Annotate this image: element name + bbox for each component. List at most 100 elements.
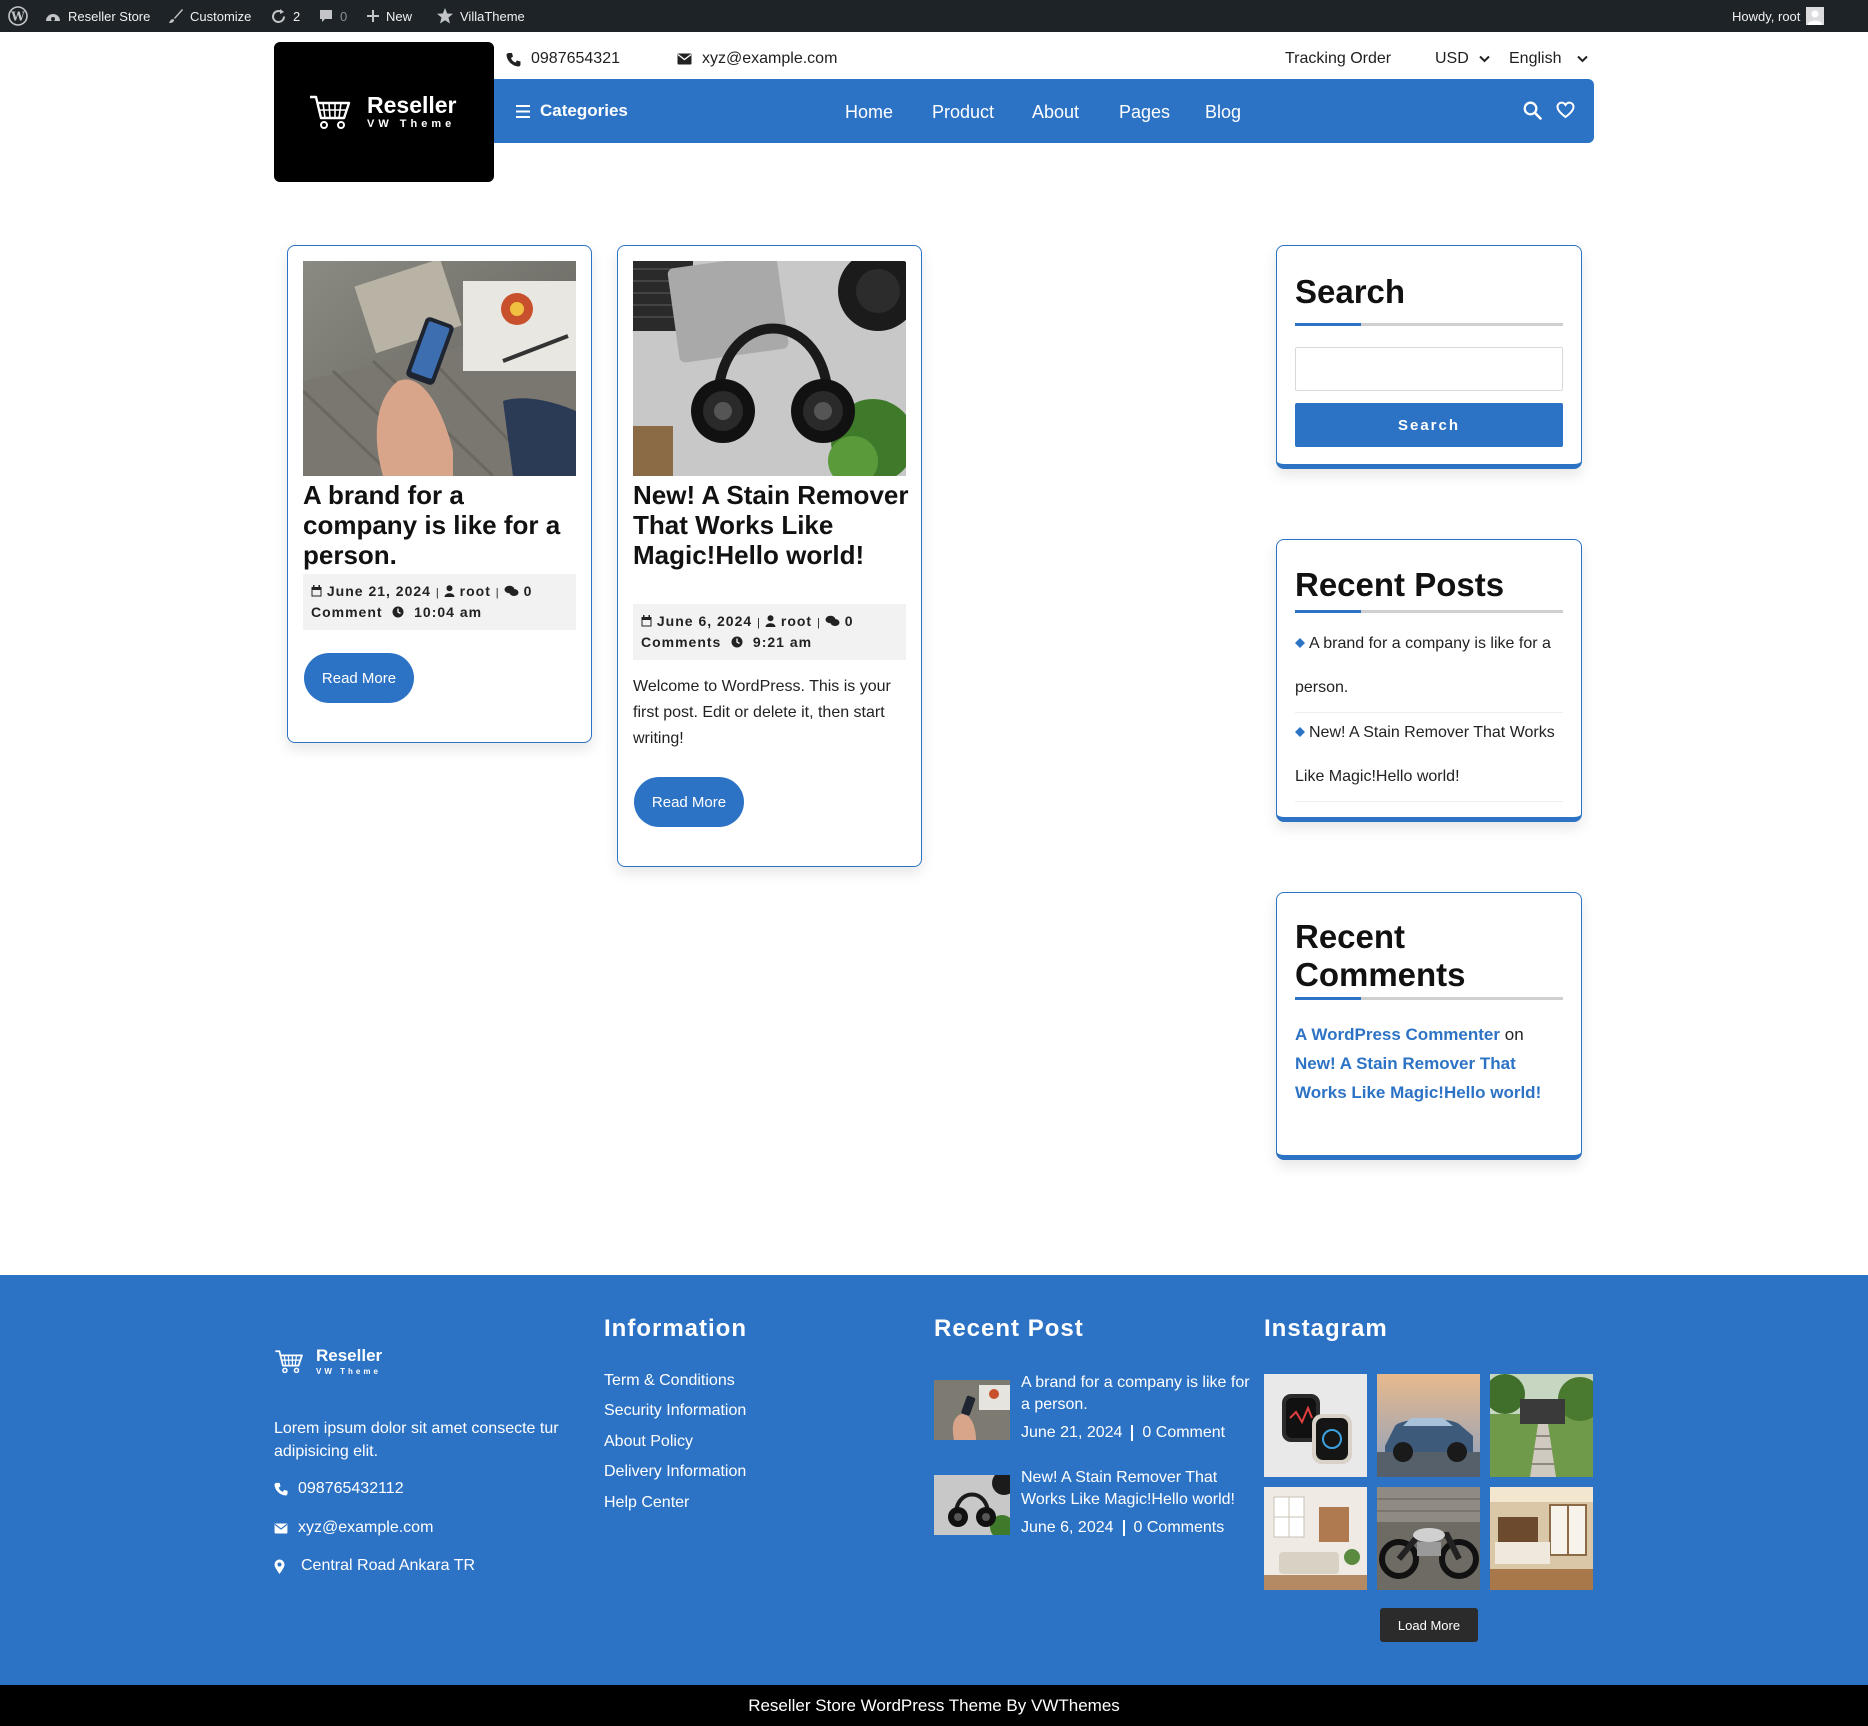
footer-link-help[interactable]: Help Center <box>604 1494 689 1512</box>
footer-phone-text: 098765432112 <box>298 1480 404 1497</box>
instagram-motorcycle-image <box>1377 1487 1480 1590</box>
instagram-livingroom-image <box>1264 1487 1367 1590</box>
instagram-bedroom-image <box>1490 1487 1593 1590</box>
footer-logo-title: Reseller <box>316 1346 383 1365</box>
admin-new[interactable]: New <box>366 0 412 32</box>
categories-label: Categories <box>540 101 628 120</box>
footer-thumb-headphones <box>934 1475 1010 1535</box>
admin-villatheme[interactable]: VillaTheme <box>436 0 525 32</box>
footer-logo[interactable]: Reseller VW Theme <box>274 1345 404 1381</box>
admin-comments-count: 0 <box>340 8 348 24</box>
nav-product[interactable]: Product <box>932 102 994 123</box>
post-author[interactable]: root <box>781 613 812 629</box>
header-phone[interactable]: 0987654321 <box>506 48 620 70</box>
footer-link-terms[interactable]: Term & Conditions <box>604 1372 735 1390</box>
admin-site-name-label: Reseller Store <box>68 8 151 24</box>
post-date[interactable]: June 6, 2024 <box>657 613 752 629</box>
footer-post-thumbnail[interactable] <box>934 1380 1010 1440</box>
recent-posts-widget: Recent Posts A brand for a company is li… <box>1276 539 1582 822</box>
footer-post-title[interactable]: A brand for a company is like for a pers… <box>1021 1372 1261 1416</box>
footer-post-comments[interactable]: 0 Comments <box>1134 1519 1225 1537</box>
footer-instagram-title: Instagram <box>1264 1315 1388 1342</box>
clock-icon <box>731 636 743 648</box>
load-more-button[interactable]: Load More <box>1380 1608 1478 1642</box>
post-thumbnail[interactable] <box>303 261 576 476</box>
search-button[interactable]: Search <box>1295 403 1563 447</box>
footer-email-text: xyz@example.com <box>298 1519 434 1536</box>
footer-post-title[interactable]: New! A Stain Remover That Works Like Mag… <box>1021 1467 1261 1511</box>
admin-updates[interactable]: 2 <box>270 0 300 32</box>
admin-site-name[interactable]: Reseller Store <box>44 0 150 32</box>
cart-icon <box>275 1350 303 1374</box>
menu-icon <box>516 104 530 118</box>
user-icon <box>765 615 776 627</box>
phone-icon <box>274 1482 288 1496</box>
nav-blog[interactable]: Blog <box>1205 102 1241 123</box>
refresh-icon <box>272 8 285 23</box>
post-card: A brand for a company is like for a pers… <box>287 245 592 743</box>
instagram-image[interactable] <box>1264 1374 1367 1477</box>
read-more-button[interactable]: Read More <box>304 653 414 703</box>
search-input[interactable] <box>1295 347 1563 391</box>
footer-address: Central Road Ankara TR <box>274 1557 475 1575</box>
post-card: New! A Stain Remover That Works Like Mag… <box>617 245 922 867</box>
logo-subtitle: VW Theme <box>367 118 456 130</box>
admin-customize-label: Customize <box>190 8 252 24</box>
recent-post-link[interactable]: New! A Stain Remover That Works Like Mag… <box>1295 711 1563 802</box>
admin-comments[interactable]: 0 <box>318 0 347 32</box>
recent-comments-widget: Recent Comments A WordPress Commenter on… <box>1276 892 1582 1160</box>
language-select[interactable]: English <box>1509 48 1589 70</box>
instagram-smartwatch-image <box>1264 1374 1367 1477</box>
meta-divider <box>1122 1520 1125 1536</box>
tracking-order-link[interactable]: Tracking Order <box>1285 48 1391 70</box>
recent-post-link[interactable]: A brand for a company is like for a pers… <box>1295 622 1563 713</box>
post-title[interactable]: A brand for a company is like for a pers… <box>303 480 581 570</box>
footer-post-meta: June 6, 2024 0 Comments <box>1021 1519 1224 1537</box>
avatar <box>1806 7 1825 25</box>
instagram-car-image <box>1377 1374 1480 1477</box>
admin-customize[interactable]: Customize <box>168 0 251 32</box>
footer-post-comments[interactable]: 0 Comment <box>1142 1424 1225 1442</box>
post-time: 9:21 am <box>752 634 813 650</box>
site-logo[interactable]: Reseller VW Theme <box>274 42 494 182</box>
footer-phone[interactable]: 098765432112 <box>274 1480 404 1498</box>
nav-about[interactable]: About <box>1032 102 1079 123</box>
footer-email[interactable]: xyz@example.com <box>274 1519 433 1537</box>
instagram-image[interactable] <box>1490 1374 1593 1477</box>
instagram-image[interactable] <box>1377 1374 1480 1477</box>
copyright-text[interactable]: Reseller Store WordPress Theme By VWThem… <box>748 1696 1120 1716</box>
map-pin-icon <box>274 1559 285 1574</box>
post-thumbnail[interactable] <box>633 261 906 476</box>
footer-logo-subtitle: VW Theme <box>316 1367 381 1376</box>
post-title[interactable]: New! A Stain Remover That Works Like Mag… <box>633 480 913 570</box>
wordpress-logo-icon[interactable]: W <box>8 0 28 32</box>
clock-icon <box>392 606 404 618</box>
recent-posts-title: Recent Posts <box>1295 566 1505 603</box>
post-meta: June 21, 2024 | root | 0 Comment 10:04 a… <box>303 574 576 630</box>
post-date[interactable]: June 21, 2024 <box>327 583 431 599</box>
heart-icon[interactable] <box>1556 101 1575 119</box>
instagram-image[interactable] <box>1264 1487 1367 1590</box>
header-email[interactable]: xyz@example.com <box>677 48 837 70</box>
footer-thumb-phone <box>934 1380 1010 1440</box>
nav-pages[interactable]: Pages <box>1119 102 1170 123</box>
search-icon[interactable] <box>1523 101 1542 120</box>
footer-link-delivery[interactable]: Delivery Information <box>604 1463 746 1481</box>
categories-toggle[interactable]: Categories <box>516 101 628 121</box>
instagram-image[interactable] <box>1490 1487 1593 1590</box>
post-author[interactable]: root <box>460 583 491 599</box>
diamond-bullet-icon <box>1295 727 1305 737</box>
comment-post-link[interactable]: New! A Stain Remover That Works Like Mag… <box>1295 1054 1541 1102</box>
nav-home[interactable]: Home <box>845 102 893 123</box>
footer-post-date: June 21, 2024 <box>1021 1424 1123 1441</box>
read-more-button[interactable]: Read More <box>634 777 744 827</box>
footer-post-thumbnail[interactable] <box>934 1475 1010 1535</box>
recent-post-title: A brand for a company is like for a pers… <box>1295 635 1551 696</box>
currency-select[interactable]: USD <box>1435 48 1490 70</box>
footer-link-security[interactable]: Security Information <box>604 1402 746 1420</box>
footer-link-about-policy[interactable]: About Policy <box>604 1433 693 1451</box>
admin-account[interactable]: Howdy, root <box>1732 0 1825 32</box>
comment-author-link[interactable]: A WordPress Commenter <box>1295 1025 1500 1044</box>
star-icon <box>437 8 453 24</box>
instagram-image[interactable] <box>1377 1487 1480 1590</box>
